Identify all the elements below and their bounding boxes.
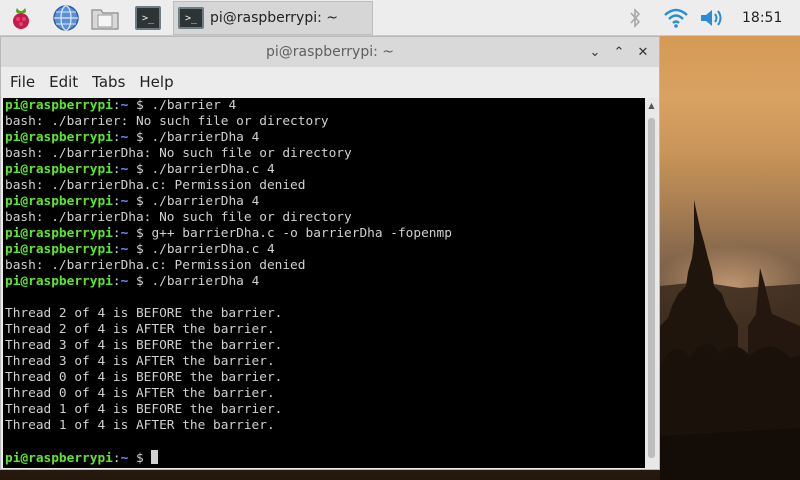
terminal-prompt-line: pi@raspberrypi:~ $ ./barrierDha 4 bbox=[5, 274, 452, 290]
prompt-separator: : bbox=[112, 226, 121, 241]
terminal-output-line: bash: ./barrierDha.c: Permission denied bbox=[5, 258, 306, 273]
file-manager-icon[interactable] bbox=[90, 3, 120, 33]
taskbar-terminal-button[interactable]: >_ pi@raspberrypi: ~ bbox=[173, 1, 373, 35]
terminal-prompt-line: pi@raspberrypi:~ $ ./barrierDha 4 bbox=[5, 194, 452, 210]
window-titlebar[interactable]: pi@raspberrypi: ~ ⌄ ⌃ ✕ bbox=[1, 37, 659, 67]
web-browser-icon[interactable] bbox=[51, 3, 81, 33]
scrollbar-thumb[interactable] bbox=[648, 118, 655, 458]
terminal-output-line: Thread 3 of 4 is AFTER the barrier. bbox=[5, 354, 275, 369]
menu-tabs[interactable]: Tabs bbox=[92, 73, 125, 91]
prompt-dollar: $ bbox=[128, 242, 152, 257]
terminal-output-line: bash: ./barrierDha.c: Permission denied bbox=[5, 178, 306, 193]
prompt-user: pi@raspberrypi bbox=[5, 226, 113, 241]
prompt-dollar: $ bbox=[128, 451, 152, 466]
terminal-command: ./barrierDha 4 bbox=[151, 130, 260, 145]
window-title: pi@raspberrypi: ~ bbox=[265, 44, 395, 60]
terminal-output-line: Thread 1 of 4 is AFTER the barrier. bbox=[5, 418, 275, 433]
prompt-user: pi@raspberrypi bbox=[5, 242, 113, 257]
panel-clock[interactable]: 18:51 bbox=[742, 0, 782, 36]
prompt-user: pi@raspberrypi bbox=[5, 162, 113, 177]
prompt-dollar: $ bbox=[128, 226, 152, 241]
terminal-output-line: Thread 0 of 4 is BEFORE the barrier. bbox=[5, 370, 283, 385]
prompt-user: pi@raspberrypi bbox=[5, 451, 113, 466]
terminal-launcher-icon[interactable]: >_ bbox=[131, 3, 161, 33]
bluetooth-icon[interactable] bbox=[620, 3, 650, 33]
terminal-glyph: >_ bbox=[135, 6, 161, 30]
prompt-separator: : bbox=[112, 274, 121, 289]
terminal-cursor bbox=[151, 450, 159, 464]
prompt-separator: : bbox=[112, 162, 121, 177]
terminal-command: ./barrierDha.c 4 bbox=[151, 162, 275, 177]
prompt-user: pi@raspberrypi bbox=[5, 130, 113, 145]
minimize-button[interactable]: ⌄ bbox=[585, 42, 605, 62]
terminal-lines: pi@raspberrypi:~ $ ./barrier 4 bash: ./ba… bbox=[5, 98, 452, 466]
maximize-button[interactable]: ⌃ bbox=[609, 42, 629, 62]
terminal-icon: >_ bbox=[178, 7, 204, 29]
prompt-separator: : bbox=[112, 130, 121, 145]
terminal-command: ./barrierDha.c 4 bbox=[151, 242, 275, 257]
scroll-up-arrow-icon[interactable]: ▲ bbox=[645, 98, 658, 112]
terminal-window: pi@raspberrypi: ~ ⌄ ⌃ ✕ File Edit Tabs H… bbox=[0, 36, 660, 470]
close-button[interactable]: ✕ bbox=[633, 42, 653, 62]
terminal-output-line: Thread 2 of 4 is AFTER the barrier. bbox=[5, 322, 275, 337]
prompt-dollar: $ bbox=[128, 194, 152, 209]
prompt-separator: : bbox=[112, 451, 121, 466]
prompt-separator: : bbox=[112, 194, 121, 209]
terminal-output-line: bash: ./barrierDha: No such file or dire… bbox=[5, 210, 352, 225]
wifi-icon[interactable] bbox=[661, 3, 691, 33]
prompt-dollar: $ bbox=[128, 162, 152, 177]
terminal-output-line: bash: ./barrierDha: No such file or dire… bbox=[5, 146, 352, 161]
prompt-separator: : bbox=[112, 98, 121, 113]
prompt-user: pi@raspberrypi bbox=[5, 194, 113, 209]
terminal-prompt-line: pi@raspberrypi:~ $ ./barrier 4 bbox=[5, 98, 452, 114]
terminal-output-line: Thread 0 of 4 is AFTER the barrier. bbox=[5, 386, 275, 401]
prompt-separator: : bbox=[112, 242, 121, 257]
prompt-dollar: $ bbox=[128, 98, 152, 113]
terminal-output[interactable]: pi@raspberrypi:~ $ ./barrier 4 bash: ./ba… bbox=[3, 98, 645, 468]
taskbar-title: pi@raspberrypi: ~ bbox=[210, 10, 339, 26]
terminal-prompt-line: pi@raspberrypi:~ $ bbox=[5, 450, 452, 466]
prompt-dollar: $ bbox=[128, 130, 152, 145]
terminal-output-line: Thread 3 of 4 is BEFORE the barrier. bbox=[5, 338, 283, 353]
prompt-user: pi@raspberrypi bbox=[5, 274, 113, 289]
menu-bar: File Edit Tabs Help bbox=[1, 67, 659, 97]
menu-file[interactable]: File bbox=[10, 73, 35, 91]
terminal-output-line: Thread 2 of 4 is BEFORE the barrier. bbox=[5, 306, 283, 321]
prompt-user: pi@raspberrypi bbox=[5, 98, 113, 113]
top-panel: >_ >_ pi@raspberrypi: ~ 18:51 bbox=[0, 0, 800, 36]
terminal-prompt-line: pi@raspberrypi:~ $ ./barrierDha 4 bbox=[5, 130, 452, 146]
menu-help[interactable]: Help bbox=[139, 73, 173, 91]
prompt-dollar: $ bbox=[128, 274, 152, 289]
terminal-command: ./barrierDha 4 bbox=[151, 194, 260, 209]
terminal-output-line: bash: ./barrier: No such file or directo… bbox=[5, 114, 329, 129]
terminal-command: g++ barrierDha.c -o barrierDha -fopenmp bbox=[151, 226, 452, 241]
terminal-prompt-line: pi@raspberrypi:~ $ ./barrierDha.c 4 bbox=[5, 242, 452, 258]
raspberry-menu-icon[interactable] bbox=[6, 3, 36, 33]
terminal-command: ./barrier 4 bbox=[151, 98, 237, 113]
terminal-command: ./barrierDha 4 bbox=[151, 274, 260, 289]
volume-icon[interactable] bbox=[697, 3, 727, 33]
terminal-scrollbar[interactable]: ▲ bbox=[645, 98, 658, 468]
menu-edit[interactable]: Edit bbox=[49, 73, 78, 91]
terminal-prompt-line: pi@raspberrypi:~ $ g++ barrierDha.c -o b… bbox=[5, 226, 452, 242]
terminal-prompt-line: pi@raspberrypi:~ $ ./barrierDha.c 4 bbox=[5, 162, 452, 178]
terminal-output-line: Thread 1 of 4 is BEFORE the barrier. bbox=[5, 402, 283, 417]
